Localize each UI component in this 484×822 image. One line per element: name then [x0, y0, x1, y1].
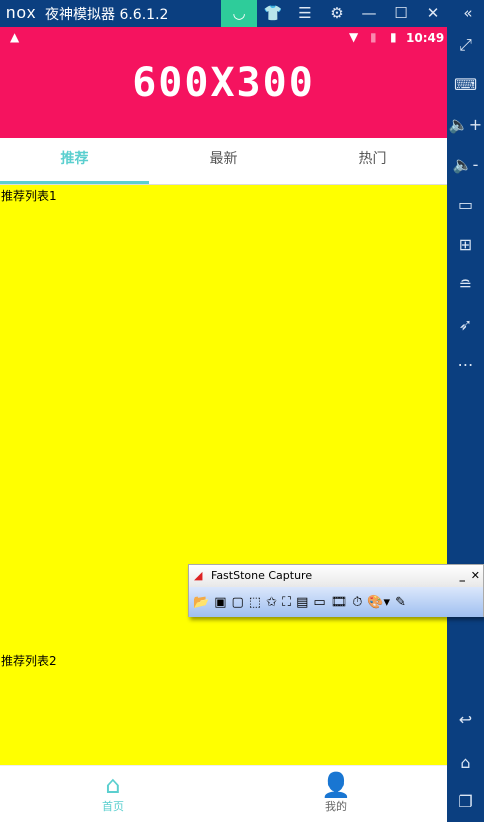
- back-icon[interactable]: ↩: [447, 710, 484, 729]
- output-icon[interactable]: 🎨▾: [367, 595, 390, 610]
- nav-home[interactable]: ⌂ 首页: [73, 772, 153, 814]
- nav-mine-label: 我的: [325, 800, 347, 813]
- tab-latest[interactable]: 最新: [149, 138, 298, 184]
- wifi-icon: ▼: [349, 30, 359, 44]
- nav-home-label: 首页: [102, 800, 124, 813]
- capture-object-icon[interactable]: ▢: [231, 595, 243, 610]
- store-icon[interactable]: ◡: [221, 0, 257, 27]
- minimize-icon[interactable]: —: [351, 0, 387, 27]
- faststone-toolbar[interactable]: ◢ FastStone Capture _ ✕ 📂 ▣ ▢ ⬚ ✩ ⛶ ▤ ▭ …: [188, 564, 484, 617]
- recommend-list: 推荐列表1 推荐列表2: [0, 185, 447, 765]
- emulator-titlebar: nox 夜神模拟器 6.6.1.2 ◡ 👕 ☰ ⚙ — ☐ ✕ «: [0, 0, 484, 27]
- apk-install-icon[interactable]: ⊞: [447, 235, 484, 254]
- emulator-sidebar: ⤢ ⌨ 🔈+ 🔈- ▭ ⊞ ≘ ➶ ⋯ ↩ ⌂ ❐: [447, 27, 484, 822]
- tab-recommend[interactable]: 推荐: [0, 138, 149, 184]
- nox-logo: nox: [6, 3, 37, 22]
- fullscreen-icon[interactable]: ⤢: [447, 35, 484, 55]
- tab-bar: 推荐 最新 热门: [0, 138, 447, 185]
- delay-timer-icon[interactable]: ⏱: [352, 595, 362, 610]
- collapse-icon[interactable]: «: [450, 0, 484, 27]
- maximize-icon[interactable]: ☐: [383, 0, 419, 27]
- home-icon: ⌂: [105, 771, 121, 799]
- rocket-icon[interactable]: ➶: [447, 315, 484, 334]
- close-icon[interactable]: ✕: [471, 565, 480, 587]
- settings-icon[interactable]: ✎: [395, 595, 406, 610]
- app-title: 夜神模拟器 6.6.1.2: [45, 7, 169, 23]
- capture-fixed-icon[interactable]: ▭: [313, 595, 325, 610]
- capture-window-icon[interactable]: ▣: [214, 595, 226, 610]
- home-icon[interactable]: ⌂: [447, 753, 484, 772]
- bottom-nav: ⌂ 首页 👤 我的: [0, 765, 447, 822]
- volume-down-icon[interactable]: 🔈-: [447, 155, 484, 174]
- open-icon[interactable]: 📂: [193, 595, 209, 610]
- battery-icon: ▮: [390, 30, 397, 44]
- recents-icon[interactable]: ❐: [447, 792, 484, 811]
- nav-mine[interactable]: 👤 我的: [296, 772, 376, 814]
- warning-icon: ▲: [10, 30, 20, 44]
- tab-hot[interactable]: 热门: [298, 138, 447, 184]
- close-icon[interactable]: ✕: [415, 0, 451, 27]
- keyboard-icon[interactable]: ⌨: [447, 75, 484, 94]
- capture-rect-icon[interactable]: ⬚: [249, 595, 261, 610]
- list-item[interactable]: 推荐列表1: [1, 187, 57, 204]
- faststone-logo-icon: ◢: [194, 569, 203, 582]
- multi-instance-icon[interactable]: ≘: [447, 275, 484, 294]
- skin-icon[interactable]: 👕: [255, 0, 291, 27]
- screen-icon[interactable]: ▭: [447, 195, 484, 214]
- menu-icon[interactable]: ☰: [287, 0, 323, 27]
- android-screen: ▲ ▼ ▮ ▮ 10:49 600X300 推荐 最新 热门 推荐列表1 推荐列…: [0, 27, 447, 822]
- capture-freehand-icon[interactable]: ✩: [266, 595, 277, 610]
- faststone-title: FastStone Capture: [211, 569, 313, 582]
- person-icon: 👤: [321, 771, 351, 799]
- minimize-icon[interactable]: _: [460, 565, 466, 587]
- capture-fullscreen-icon[interactable]: ⛶: [282, 595, 291, 610]
- settings-icon[interactable]: ⚙: [319, 0, 355, 27]
- status-bar: ▲ ▼ ▮ ▮ 10:49: [0, 27, 447, 50]
- no-sim-icon: ▮: [370, 30, 377, 44]
- more-icon[interactable]: ⋯: [447, 355, 484, 374]
- screen-record-icon[interactable]: 🎞: [331, 595, 348, 610]
- list-item[interactable]: 推荐列表2: [1, 652, 57, 669]
- volume-up-icon[interactable]: 🔈+: [447, 115, 484, 134]
- capture-scroll-icon[interactable]: ▤: [296, 595, 308, 610]
- clock: 10:49: [406, 31, 445, 45]
- banner-image[interactable]: 600X300: [0, 50, 447, 138]
